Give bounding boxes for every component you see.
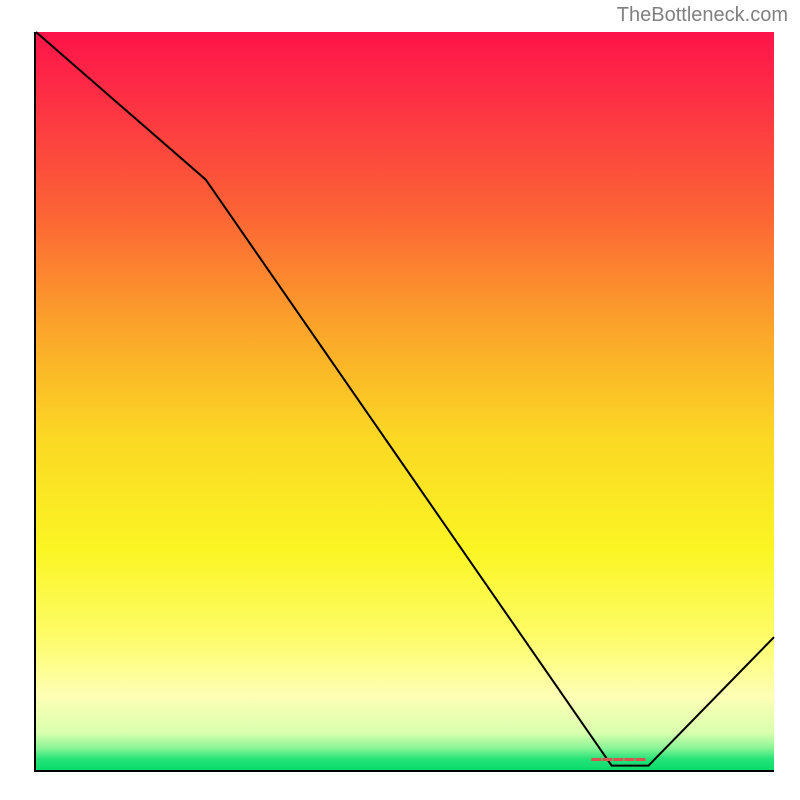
- chart-area: ▬▬▬▬▬: [34, 32, 774, 772]
- curve-line: [36, 32, 774, 766]
- line-plot: [36, 32, 774, 770]
- watermark-text: TheBottleneck.com: [617, 4, 788, 27]
- series-marker: ▬▬▬▬▬: [591, 753, 646, 764]
